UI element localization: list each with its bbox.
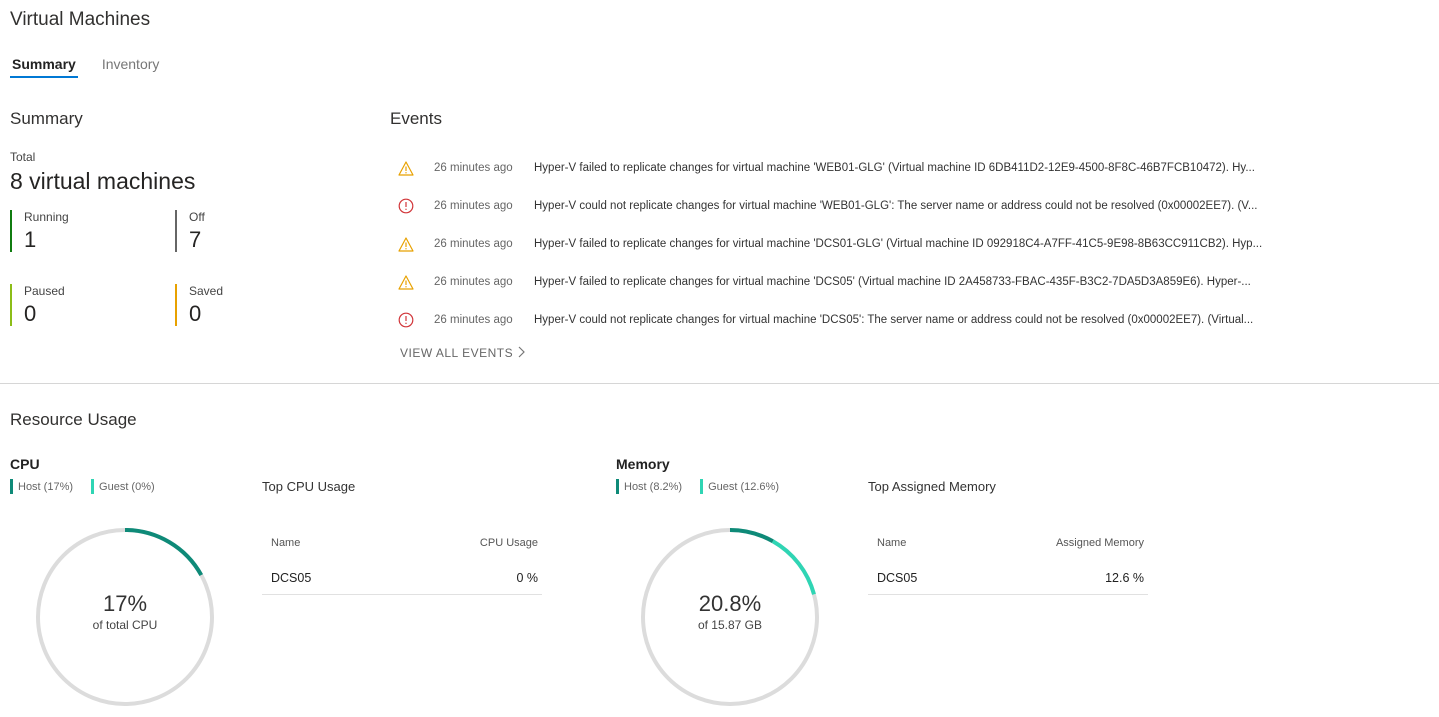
error-icon [397,197,415,215]
cell-cpu-usage: 0 % [516,570,538,585]
tab-bar: Summary Inventory [10,56,183,78]
warning-icon [397,159,415,177]
table-header: Name CPU Usage [262,537,542,553]
event-message: Hyper-V failed to replicate changes for … [534,162,1255,174]
legend-swatch [10,479,13,494]
stat-saved: Saved 0 [175,284,325,326]
legend-swatch [91,479,95,494]
legend-guest: Guest (0%) [91,479,155,494]
memory-donut-caption: of 15.87 GB [697,618,763,632]
event-message: Hyper-V failed to replicate changes for … [534,238,1263,250]
event-row[interactable]: 26 minutes ago Hyper-V could not replica… [397,310,1274,330]
event-time: 26 minutes ago [434,276,513,288]
event-time: 26 minutes ago [434,238,513,250]
event-row[interactable]: 26 minutes ago Hyper-V failed to replica… [397,234,1274,254]
memory-donut-chart: 20.8% of 15.87 GB [638,525,822,709]
cell-name: DCS05 [877,570,918,585]
error-icon [397,311,415,329]
section-divider [0,383,1439,384]
event-time: 26 minutes ago [434,314,513,326]
top-cpu-title: Top CPU Usage [262,479,356,494]
stat-value: 7 [189,227,202,252]
cpu-donut-chart: 17% of total CPU [33,525,217,709]
legend-label: Guest (12.6%) [708,480,779,493]
cpu-legend: Host (17%) Guest (0%) [10,479,173,494]
legend-label: Guest (0%) [99,480,155,493]
warning-icon [397,235,415,253]
column-header-assigned-memory[interactable]: Assigned Memory [1056,537,1144,553]
event-time: 26 minutes ago [434,200,513,212]
event-row[interactable]: 26 minutes ago Hyper-V failed to replica… [397,272,1274,292]
memory-title: Memory [616,456,670,472]
total-label: Total [10,150,36,164]
donut-guest-arc [771,539,816,595]
stat-value: 1 [24,227,37,252]
legend-label: Host (17%) [18,480,74,493]
column-header-name[interactable]: Name [877,537,906,553]
legend-host: Host (8.2%) [616,479,682,494]
event-message: Hyper-V could not replicate changes for … [534,314,1254,326]
memory-donut-value: 20.8% [698,591,762,616]
cpu-donut-value: 17% [102,591,148,616]
events-title: Events [390,109,442,128]
column-header-name[interactable]: Name [271,537,300,553]
cell-assigned-memory: 12.6 % [1105,570,1144,585]
donut-host-arc [729,528,774,544]
column-header-cpu-usage[interactable]: CPU Usage [480,537,538,553]
legend-label: Host (8.2%) [624,480,683,493]
legend-host: Host (17%) [10,479,73,494]
event-message: Hyper-V failed to replicate changes for … [534,276,1251,288]
donut-host-arc [124,528,203,577]
event-row[interactable]: 26 minutes ago Hyper-V could not replica… [397,196,1274,216]
table-header: Name Assigned Memory [868,537,1148,553]
table-row[interactable]: DCS05 0 % [262,561,542,595]
top-memory-title: Top Assigned Memory [868,479,996,494]
stat-label: Off [189,210,205,224]
view-all-events-link[interactable]: VIEW ALL EVENTS [400,346,525,361]
stat-value: 0 [189,301,202,326]
cpu-title: CPU [10,456,40,472]
memory-legend: Host (8.2%) Guest (12.6%) [616,479,797,494]
view-all-events-label: VIEW ALL EVENTS [400,346,514,360]
stat-value: 0 [24,301,37,326]
summary-title: Summary [10,109,83,128]
tab-summary[interactable]: Summary [10,56,78,78]
legend-swatch [700,479,704,494]
top-cpu-table: Name CPU Usage DCS05 0 % [262,537,542,595]
event-message: Hyper-V could not replicate changes for … [534,200,1258,212]
top-memory-table: Name Assigned Memory DCS05 12.6 % [868,537,1148,595]
stat-paused: Paused 0 [10,284,160,326]
table-row[interactable]: DCS05 12.6 % [868,561,1148,595]
event-time: 26 minutes ago [434,162,513,174]
resource-usage-title: Resource Usage [10,410,137,429]
cpu-donut-caption: of total CPU [92,618,158,632]
warning-icon [397,273,415,291]
stat-label: Saved [189,284,224,298]
stat-running: Running 1 [10,210,160,252]
chevron-right-icon [517,346,525,361]
cell-name: DCS05 [271,570,312,585]
event-row[interactable]: 26 minutes ago Hyper-V failed to replica… [397,158,1274,178]
page-title: Virtual Machines [10,9,151,30]
stat-label: Running [24,210,69,224]
stat-label: Paused [24,284,65,298]
total-value: 8 virtual machines [10,168,196,194]
legend-swatch [616,479,619,494]
legend-guest: Guest (12.6%) [700,479,779,494]
stat-off: Off 7 [175,210,325,252]
tab-inventory[interactable]: Inventory [100,56,162,78]
